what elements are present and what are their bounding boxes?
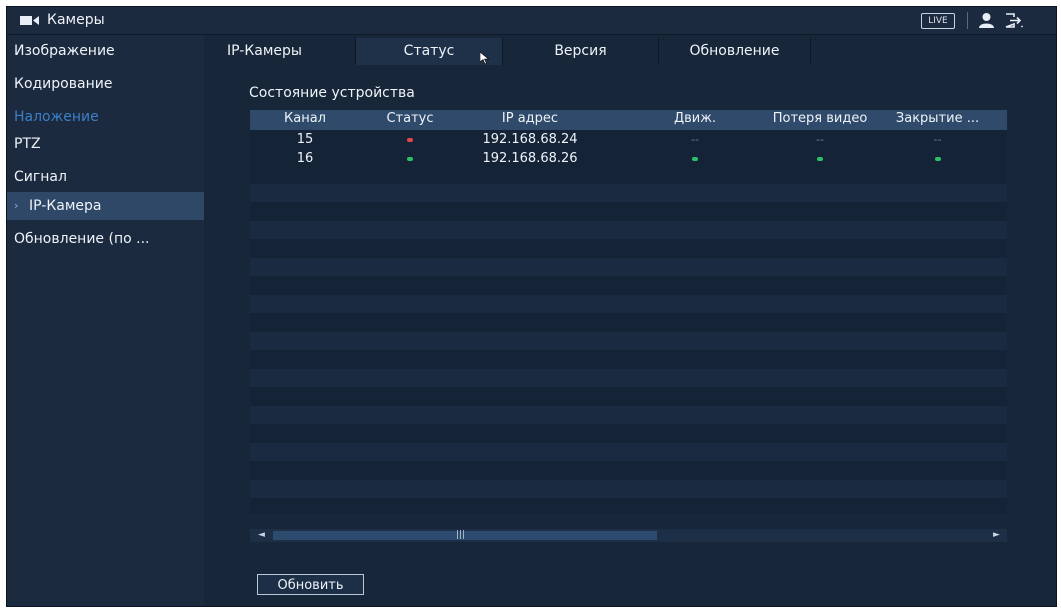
status-indicator <box>360 131 460 149</box>
sidebar-item-label: PTZ <box>14 136 41 152</box>
chevron-right-icon: › <box>14 199 19 212</box>
column-header-video-loss[interactable]: Потеря видео <box>765 110 875 128</box>
header-divider <box>967 12 968 29</box>
section-title: Состояние устройства <box>249 85 415 101</box>
empty-row-stripe <box>250 406 1007 424</box>
sidebar-item-label: IP-Камера <box>29 198 102 214</box>
cell-video-loss: -- <box>816 133 824 146</box>
online-dot-icon <box>407 156 413 161</box>
empty-row-stripe <box>250 332 1007 350</box>
motion-dot-icon <box>692 156 698 161</box>
tab-bar: IP-Камеры Статус Версия Обновление <box>204 35 1056 65</box>
cell-motion <box>660 150 730 168</box>
sidebar-item-encoding[interactable]: Кодирование <box>7 72 204 96</box>
sidebar: Изображение Кодирование Наложение PTZ Си… <box>7 35 204 606</box>
sidebar-item-overlay[interactable]: Наложение <box>7 105 204 129</box>
sidebar-item-label: Обновление (по ... <box>14 231 150 247</box>
mouse-cursor-icon <box>480 52 490 64</box>
live-button[interactable]: LIVE <box>921 13 955 29</box>
empty-row-stripe <box>250 258 1007 276</box>
top-bar: Камеры LIVE <box>7 7 1056 35</box>
sidebar-item-ip-camera[interactable]: › IP-Камера <box>7 192 204 220</box>
tab-update[interactable]: Обновление <box>659 38 810 65</box>
empty-row-stripe <box>250 369 1007 387</box>
cell-tampering: -- <box>933 133 942 146</box>
page-title: Камеры <box>47 12 105 28</box>
tab-ip-cameras[interactable]: IP-Камеры <box>212 38 355 65</box>
cell-tampering <box>875 150 1000 168</box>
refresh-button[interactable]: Обновить <box>257 574 364 595</box>
empty-row-stripe <box>250 480 1007 498</box>
grip-icon: ||| <box>456 530 466 540</box>
sidebar-item-image[interactable]: Изображение <box>7 39 204 63</box>
column-header-status[interactable]: Статус <box>360 110 460 128</box>
offline-dot-icon <box>407 137 413 142</box>
tampering-dot-icon <box>934 156 941 161</box>
empty-row-stripe <box>250 221 1007 239</box>
table-row[interactable]: 15 192.168.68.24 -- -- -- <box>250 131 1007 149</box>
empty-row-stripe <box>250 295 1007 313</box>
column-header-channel[interactable]: Канал <box>250 110 360 128</box>
column-header-motion[interactable]: Движ. <box>660 110 730 128</box>
table-header: Канал Статус IP адрес Движ. Потеря видео… <box>250 110 1007 130</box>
cell-channel: 15 <box>296 132 314 147</box>
table-row[interactable]: 16 192.168.68.26 <box>250 150 1007 168</box>
sidebar-item-ptz[interactable]: PTZ <box>7 132 204 156</box>
cell-video-loss <box>765 150 875 168</box>
device-status-table: Канал Статус IP адрес Движ. Потеря видео… <box>250 110 1007 514</box>
camera-settings-window: Камеры LIVE Изображение Кодирование Нало… <box>6 6 1057 607</box>
cell-channel: 16 <box>296 151 314 166</box>
sidebar-item-label: Наложение <box>14 109 99 125</box>
empty-row-stripe <box>250 443 1007 461</box>
sidebar-item-signal[interactable]: Сигнал <box>7 165 204 189</box>
tab-divider <box>810 38 811 65</box>
scroll-right-icon[interactable]: ► <box>993 529 1000 542</box>
sidebar-item-upgrade[interactable]: Обновление (по ... <box>7 227 204 251</box>
cell-ip: 192.168.68.26 <box>482 151 578 166</box>
empty-row-stripe <box>250 184 1007 202</box>
cell-ip: 192.168.68.24 <box>482 132 578 147</box>
status-indicator <box>360 150 460 168</box>
column-header-tampering[interactable]: Закрытие ... <box>875 110 1000 128</box>
cell-motion: -- <box>691 133 699 146</box>
logout-icon[interactable] <box>1004 12 1023 29</box>
scroll-left-icon[interactable]: ◄ <box>258 529 265 542</box>
sidebar-item-label: Кодирование <box>14 76 113 92</box>
camera-icon <box>20 16 39 25</box>
main-panel: IP-Камеры Статус Версия Обновление Состо… <box>204 35 1056 606</box>
horizontal-scrollbar[interactable]: ◄ ||| ► <box>250 529 1007 542</box>
sidebar-item-label: Изображение <box>14 43 115 59</box>
video-loss-dot-icon <box>817 156 823 161</box>
tab-version[interactable]: Версия <box>503 38 658 65</box>
sidebar-item-label: Сигнал <box>14 169 67 185</box>
column-header-ip[interactable]: IP адрес <box>460 110 600 128</box>
user-icon[interactable] <box>978 12 995 29</box>
